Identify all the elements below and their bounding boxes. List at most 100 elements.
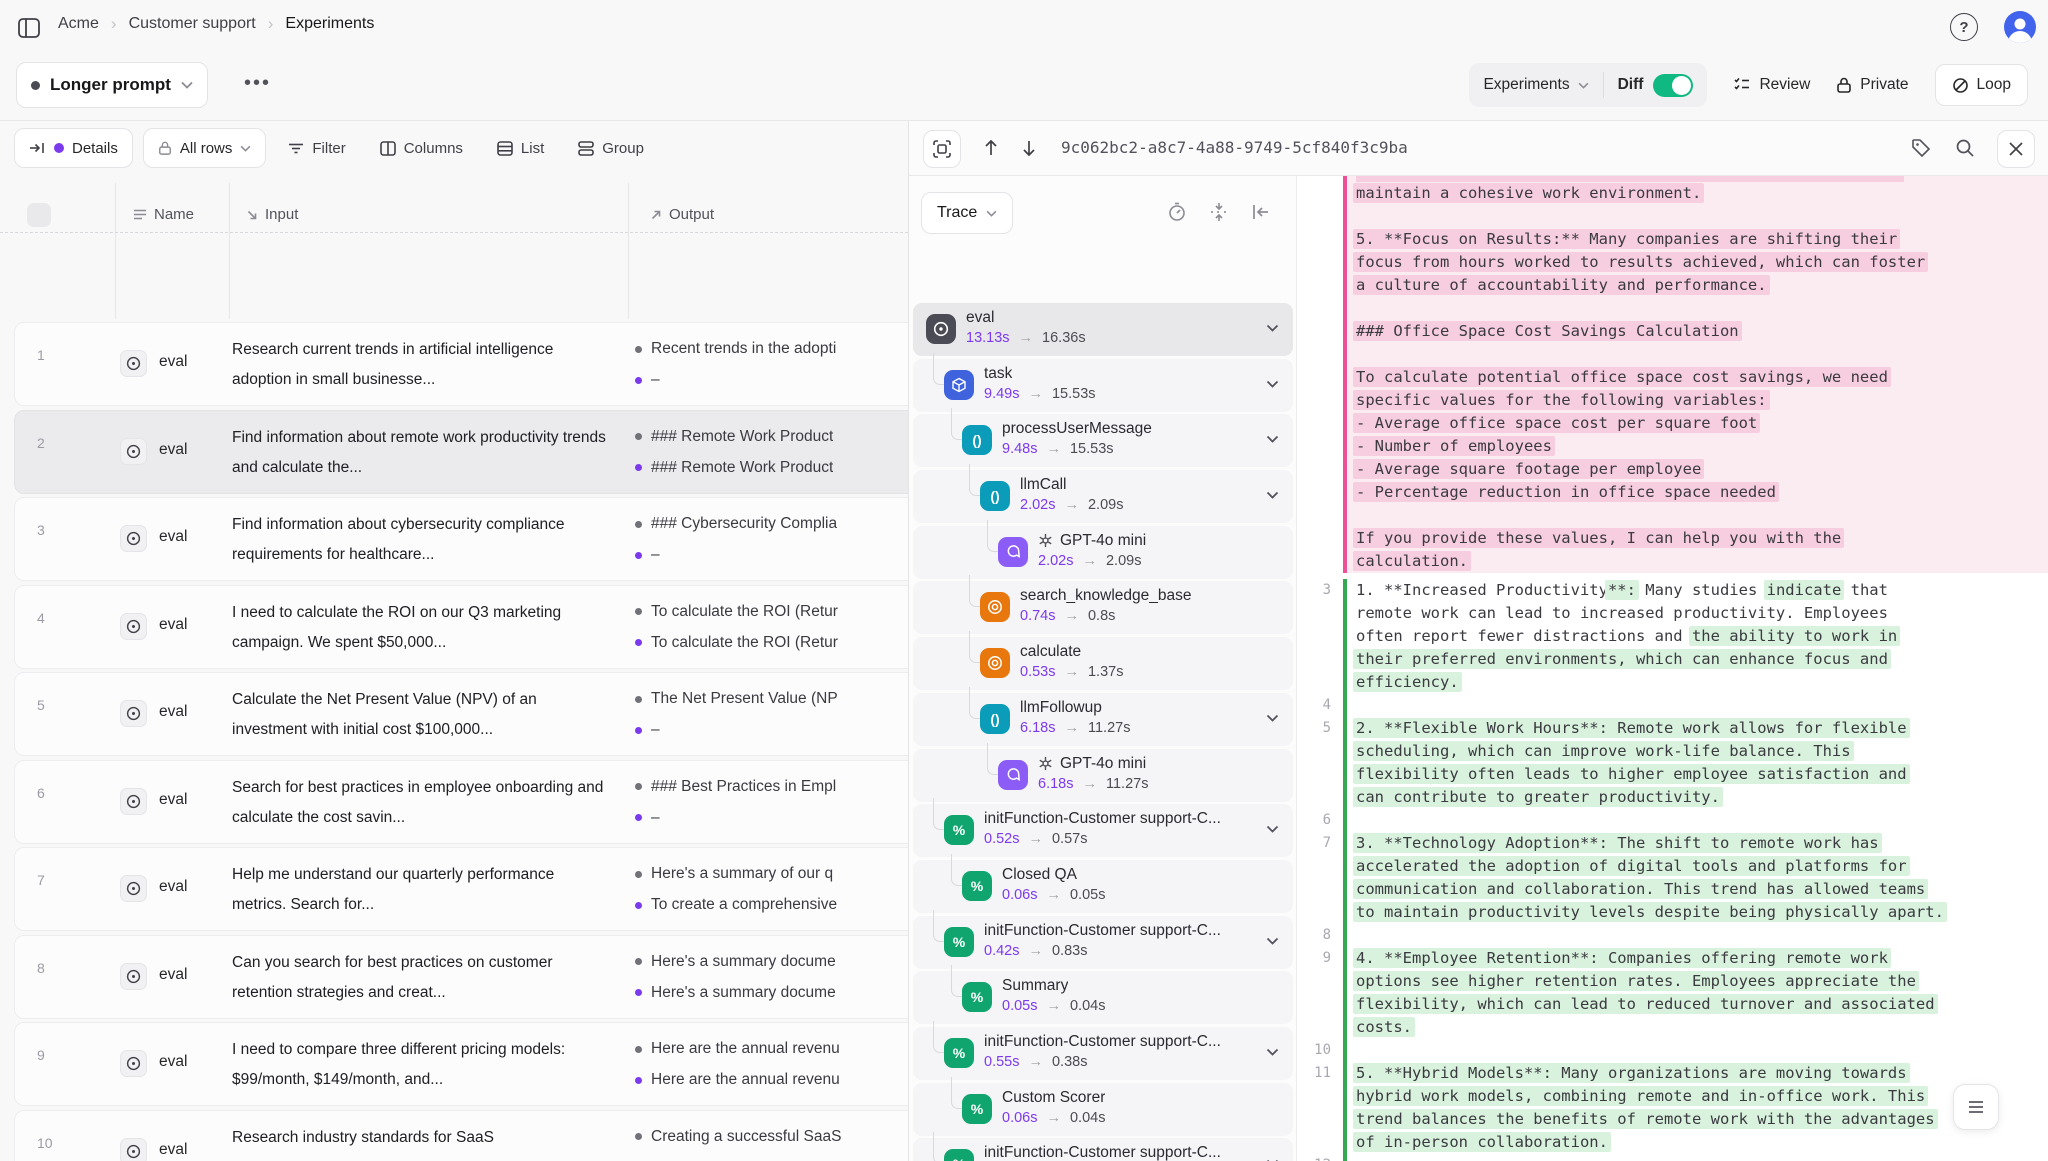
column-header-name[interactable]: Name — [133, 206, 194, 223]
filter-button[interactable]: Filter — [276, 140, 357, 157]
trace-node-durations: 0.42s→0.83s — [984, 943, 1087, 959]
output-baseline: ### Remote Work Product — [635, 424, 908, 450]
comparison-bullet-icon — [635, 871, 642, 878]
collapse-panel-icon[interactable] — [1251, 202, 1271, 222]
trace-node[interactable]: calculate0.53s→1.37s — [913, 637, 1293, 690]
table-row[interactable]: 1evalResearch current trends in artifici… — [14, 322, 908, 406]
avatar[interactable] — [2004, 11, 2036, 43]
close-icon[interactable] — [1997, 130, 2035, 168]
trace-node-name: llmFollowup — [1020, 699, 1102, 717]
column-header-input[interactable]: Input — [246, 206, 298, 223]
experiment-bullet-icon — [635, 989, 642, 996]
trace-node[interactable]: ()llmFollowup6.18s→11.27s — [913, 693, 1293, 746]
diff-line: their preferred environments, which can … — [1297, 648, 2048, 671]
diff-line: to maintain productivity levels despite … — [1297, 901, 2048, 924]
breadcrumb-item[interactable]: Customer support — [129, 15, 256, 33]
details-button[interactable]: Details — [14, 128, 133, 168]
line-number — [1297, 343, 1343, 366]
trace-node-name: GPT-4o mini — [1038, 755, 1146, 773]
trace-node[interactable]: eval13.13s→16.36s — [913, 303, 1293, 356]
next-row-icon[interactable] — [1021, 138, 1037, 158]
line-number: 4 — [1297, 694, 1343, 717]
previous-row-icon[interactable] — [983, 138, 999, 158]
trace-node-list: eval13.13s→16.36stask9.49s→15.53s()proce… — [913, 303, 1293, 1161]
trace-node[interactable]: %Custom Scorer0.06s→0.04s — [913, 1083, 1293, 1136]
chevron-down-icon[interactable] — [1266, 1048, 1279, 1056]
trace-node-name: Custom Scorer — [1002, 1089, 1105, 1107]
table-row[interactable]: 3evalFind information about cybersecurit… — [14, 497, 908, 581]
trace-node-durations: 0.52s→0.57s — [984, 831, 1087, 847]
trace-node-name: calculate — [1020, 643, 1081, 661]
row-number: 4 — [37, 610, 45, 626]
trace-node[interactable]: ()llmCall2.02s→2.09s — [913, 470, 1293, 523]
chevron-down-icon[interactable] — [1266, 825, 1279, 833]
target-icon — [120, 525, 147, 552]
output-baseline: Creating a successful SaaS — [635, 1124, 908, 1150]
chevron-down-icon[interactable] — [1266, 435, 1279, 443]
select-all-checkbox[interactable] — [27, 203, 51, 227]
timer-icon[interactable] — [1167, 202, 1187, 222]
trace-node[interactable]: %initFunction-Customer support-C...0.52s… — [913, 804, 1293, 857]
sidebar-toggle-icon[interactable] — [16, 15, 42, 41]
breadcrumb-item[interactable]: Experiments — [285, 15, 374, 33]
column-header-output[interactable]: Output — [650, 206, 714, 223]
trace-node[interactable]: task9.49s→15.53s — [913, 359, 1293, 412]
diff-line: costs. — [1297, 1016, 2048, 1039]
breadcrumb-item[interactable]: Acme — [58, 15, 99, 33]
comparison-bullet-icon — [635, 958, 642, 965]
expand-rows-icon[interactable] — [1209, 202, 1229, 222]
chevron-down-icon[interactable] — [1266, 380, 1279, 388]
search-icon[interactable] — [1955, 138, 1975, 158]
row-filter-button[interactable]: All rows — [143, 128, 267, 168]
table-row[interactable]: 5evalCalculate the Net Present Value (NP… — [14, 672, 908, 756]
table-row[interactable]: 4evalI need to calculate the ROI on our … — [14, 585, 908, 669]
experiment-selector[interactable]: Longer prompt — [16, 62, 208, 108]
columns-button[interactable]: Columns — [368, 140, 475, 157]
chevron-down-icon[interactable] — [1266, 937, 1279, 945]
table-row[interactable]: 8evalCan you search for best practices o… — [14, 935, 908, 1019]
trace-node[interactable]: %initFunction-Customer support-C...0.42s… — [913, 916, 1293, 969]
line-number — [1297, 1131, 1343, 1154]
table-row[interactable]: 7evalHelp me understand our quarterly pe… — [14, 847, 908, 931]
trace-node[interactable]: %initFunction-Customer support-C...0.55s… — [913, 1027, 1293, 1080]
chevron-down-icon[interactable] — [1266, 491, 1279, 499]
table-row[interactable]: 2evalFind information about remote work … — [14, 410, 908, 494]
private-button[interactable]: Private — [1836, 76, 1908, 94]
table-row[interactable]: 6evalSearch for best practices in employ… — [14, 760, 908, 844]
loop-icon — [1952, 77, 1969, 94]
view-selector[interactable]: Experiments — [1483, 76, 1602, 94]
trace-node[interactable]: search_knowledge_base0.74s→0.8s — [913, 581, 1293, 634]
table-row[interactable]: 10evalResearch industry standards for Sa… — [14, 1110, 908, 1161]
row-number: 5 — [37, 697, 45, 713]
comparison-duration: 15.53s — [1070, 441, 1114, 457]
group-button[interactable]: Group — [566, 140, 656, 157]
target-icon — [120, 613, 147, 640]
row-number: 10 — [37, 1135, 53, 1151]
trace-node[interactable]: %initFunction-Customer support-C...3.64s… — [913, 1138, 1293, 1161]
chevron-down-icon[interactable] — [1266, 324, 1279, 332]
experiment-duration: 13.13s — [966, 330, 1010, 346]
trace-node[interactable]: ()processUserMessage9.48s→15.53s — [913, 414, 1293, 467]
loop-button[interactable]: Loop — [1935, 64, 2028, 106]
review-button[interactable]: Review — [1733, 76, 1810, 94]
list-button[interactable]: List — [485, 140, 556, 157]
trace-node[interactable]: %Summary0.05s→0.04s — [913, 971, 1293, 1024]
tag-icon[interactable] — [1911, 138, 1931, 158]
help-icon[interactable]: ? — [1950, 13, 1978, 41]
diff-toggle[interactable] — [1653, 74, 1693, 97]
row-input: Find information about cybersecurity com… — [232, 510, 608, 572]
table-row[interactable]: 9evalI need to compare three different p… — [14, 1022, 908, 1106]
trace-node[interactable]: GPT-4o mini6.18s→11.27s — [913, 749, 1293, 802]
more-menu-icon[interactable]: ••• — [244, 72, 271, 95]
trace-view-selector[interactable]: Trace — [921, 192, 1013, 234]
chevron-down-icon[interactable] — [1266, 714, 1279, 722]
comparison-bullet-icon — [635, 608, 642, 615]
trace-node[interactable]: %Closed QA0.06s→0.05s — [913, 860, 1293, 913]
row-number: 2 — [37, 435, 45, 451]
function-icon: () — [962, 425, 992, 455]
diff-options-button[interactable] — [1953, 1084, 1999, 1130]
row-input: Research current trends in artificial in… — [232, 335, 608, 397]
focus-span-icon[interactable] — [923, 130, 961, 168]
trace-node[interactable]: GPT-4o mini2.02s→2.09s — [913, 526, 1293, 579]
line-number — [1297, 550, 1343, 573]
